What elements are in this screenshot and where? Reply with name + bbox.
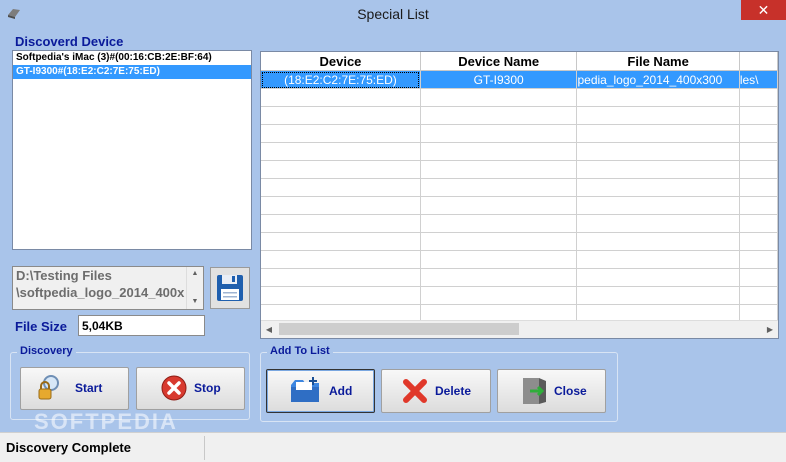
- cell-extra[interactable]: les\: [739, 70, 778, 89]
- list-item-selected[interactable]: GT-I9300#(18:E2:C2:7E:75:ED): [13, 65, 251, 79]
- add-to-list-group: Add To List Add Delete Close: [260, 345, 618, 422]
- file-size-label: File Size: [15, 319, 68, 334]
- add-button[interactable]: Add: [266, 369, 375, 413]
- scrollbar-thumb[interactable]: [279, 323, 519, 335]
- client-area: Discoverd Device Softpedia's iMac (3)#(0…: [4, 29, 782, 458]
- stop-x-icon: [161, 375, 187, 401]
- discovery-group-title: Discovery: [17, 345, 76, 357]
- grid-horizontal-scrollbar[interactable]: ◀ ▶: [261, 320, 778, 338]
- floppy-disk-icon: [217, 275, 243, 301]
- file-size-field[interactable]: 5,04KB: [78, 315, 205, 336]
- save-file-button[interactable]: [210, 267, 250, 309]
- list-item[interactable]: Softpedia's iMac (3)#(00:16:CB:2E:BF:64): [13, 51, 251, 65]
- table-row[interactable]: [261, 286, 778, 305]
- add-button-label: Add: [329, 384, 353, 398]
- exit-door-icon: [523, 378, 546, 404]
- table-row-selected[interactable]: (18:E2:C2:7E:75:ED) GT-I9300 pedia_logo_…: [261, 70, 778, 89]
- status-bar: Discovery Complete: [0, 432, 786, 462]
- grid-header-row: Device Device Name File Name: [261, 52, 778, 71]
- grid-table: Device Device Name File Name (18:E2:C2:7…: [261, 52, 778, 323]
- table-row[interactable]: [261, 178, 778, 197]
- column-header-extra[interactable]: [739, 52, 778, 71]
- scroll-right-icon[interactable]: ▶: [762, 321, 778, 338]
- close-button[interactable]: Close: [497, 369, 606, 413]
- table-row[interactable]: [261, 232, 778, 251]
- start-button[interactable]: Start: [20, 367, 129, 410]
- add-to-list-group-title: Add To List: [267, 345, 333, 357]
- special-list-window: Special List ✕ Discoverd Device Softpedi…: [0, 0, 786, 462]
- add-folder-icon: [291, 377, 319, 402]
- scroll-left-icon[interactable]: ◀: [261, 321, 277, 338]
- table-row[interactable]: [261, 88, 778, 107]
- cell-device-name[interactable]: GT-I9300: [420, 70, 578, 89]
- path-line-1: D:\Testing Files: [16, 268, 112, 283]
- stop-button[interactable]: Stop: [136, 367, 245, 410]
- stop-button-label: Stop: [194, 381, 221, 395]
- table-row[interactable]: [261, 196, 778, 215]
- cell-file-name[interactable]: pedia_logo_2014_400x300: [576, 70, 740, 89]
- discovered-device-list[interactable]: Softpedia's iMac (3)#(00:16:CB:2E:BF:64)…: [12, 50, 252, 250]
- special-list-grid[interactable]: Device Device Name File Name (18:E2:C2:7…: [260, 51, 779, 339]
- close-button-label: Close: [554, 384, 587, 398]
- cell-device[interactable]: (18:E2:C2:7E:75:ED): [261, 70, 421, 89]
- column-header-device[interactable]: Device: [261, 52, 421, 71]
- column-header-device-name[interactable]: Device Name: [420, 52, 578, 71]
- table-row[interactable]: [261, 106, 778, 125]
- close-window-button[interactable]: ✕: [741, 0, 786, 20]
- path-scrollbar[interactable]: ▲ ▼: [186, 267, 203, 309]
- table-row[interactable]: [261, 160, 778, 179]
- path-line-2: \softpedia_logo_2014_400x: [16, 285, 185, 300]
- table-row[interactable]: [261, 214, 778, 233]
- scroll-up-icon[interactable]: ▲: [187, 267, 203, 281]
- scroll-down-icon[interactable]: ▼: [187, 295, 203, 309]
- title-bar: Special List ✕: [0, 0, 786, 29]
- status-text: Discovery Complete: [4, 436, 205, 460]
- delete-button-label: Delete: [435, 384, 472, 398]
- discovered-device-label: Discoverd Device: [15, 34, 124, 49]
- start-button-label: Start: [75, 381, 103, 395]
- column-header-file-name[interactable]: File Name: [576, 52, 740, 71]
- table-row[interactable]: [261, 268, 778, 287]
- delete-x-icon: [403, 379, 427, 403]
- delete-button[interactable]: Delete: [381, 369, 491, 413]
- table-row[interactable]: [261, 250, 778, 269]
- table-row[interactable]: [261, 142, 778, 161]
- table-row[interactable]: [261, 124, 778, 143]
- file-path-box[interactable]: D:\Testing Files \softpedia_logo_2014_40…: [12, 266, 204, 310]
- window-title: Special List: [357, 6, 429, 22]
- magnifier-lock-icon: [38, 375, 59, 400]
